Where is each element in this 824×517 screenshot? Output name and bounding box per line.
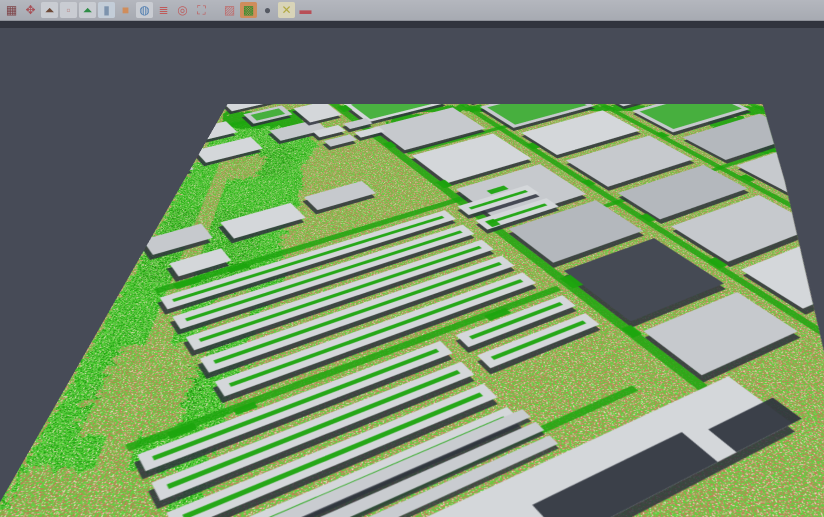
box-icon-glyph: ▦ xyxy=(6,4,17,16)
terrain-icon-glyph: ⏶ xyxy=(45,4,55,16)
pointcloud-app-window: ▦ ✥ ⏶ ▫ ⏶ ▮ ■ ◍ ≣ ◎ ⛶ ▨ ▩ ● ✕ ▬ xyxy=(0,0,824,517)
list-icon[interactable]: ≣ xyxy=(155,2,172,18)
selection-icon[interactable]: ▫ xyxy=(60,2,77,18)
align-points-icon-glyph: ✥ xyxy=(25,4,35,16)
classification-icon-glyph: ▩ xyxy=(243,4,254,16)
box-icon[interactable]: ▦ xyxy=(3,2,20,18)
3d-viewport[interactable] xyxy=(0,28,824,517)
globe-icon[interactable]: ◍ xyxy=(136,2,153,18)
measure-icon[interactable]: ✕ xyxy=(278,2,295,18)
tile-icon-glyph: ■ xyxy=(122,4,129,16)
hill-icon[interactable]: ⏶ xyxy=(79,2,96,18)
target-icon-glyph: ◎ xyxy=(177,4,187,16)
sphere-icon-glyph: ● xyxy=(264,4,271,16)
globe-icon-glyph: ◍ xyxy=(139,4,149,16)
main-toolbar: ▦ ✥ ⏶ ▫ ⏶ ▮ ■ ◍ ≣ ◎ ⛶ ▨ ▩ ● ✕ ▬ xyxy=(0,0,824,21)
hill-icon-glyph: ⏶ xyxy=(83,4,93,16)
sphere-icon[interactable]: ● xyxy=(259,2,276,18)
terrain-svg xyxy=(0,104,824,517)
terrain-icon[interactable]: ⏶ xyxy=(41,2,58,18)
flag-icon[interactable]: ▬ xyxy=(297,2,314,18)
flag-icon-glyph: ▬ xyxy=(300,4,312,16)
crop-icon-glyph: ⛶ xyxy=(197,4,205,16)
classification-icon[interactable]: ▩ xyxy=(240,2,257,18)
target-icon[interactable]: ◎ xyxy=(174,2,191,18)
column-icon[interactable]: ▮ xyxy=(98,2,115,18)
tile-icon[interactable]: ■ xyxy=(117,2,134,18)
align-points-icon[interactable]: ✥ xyxy=(22,2,39,18)
classified-pointcloud-terrain xyxy=(0,104,824,517)
measure-icon-glyph: ✕ xyxy=(281,4,291,16)
crop-icon[interactable]: ⛶ xyxy=(193,2,210,18)
list-icon-glyph: ≣ xyxy=(158,4,168,16)
column-icon-glyph: ▮ xyxy=(103,4,110,16)
selection-icon-glyph: ▫ xyxy=(66,4,70,16)
raster-icon[interactable]: ▨ xyxy=(221,2,238,18)
raster-icon-glyph: ▨ xyxy=(224,4,235,16)
